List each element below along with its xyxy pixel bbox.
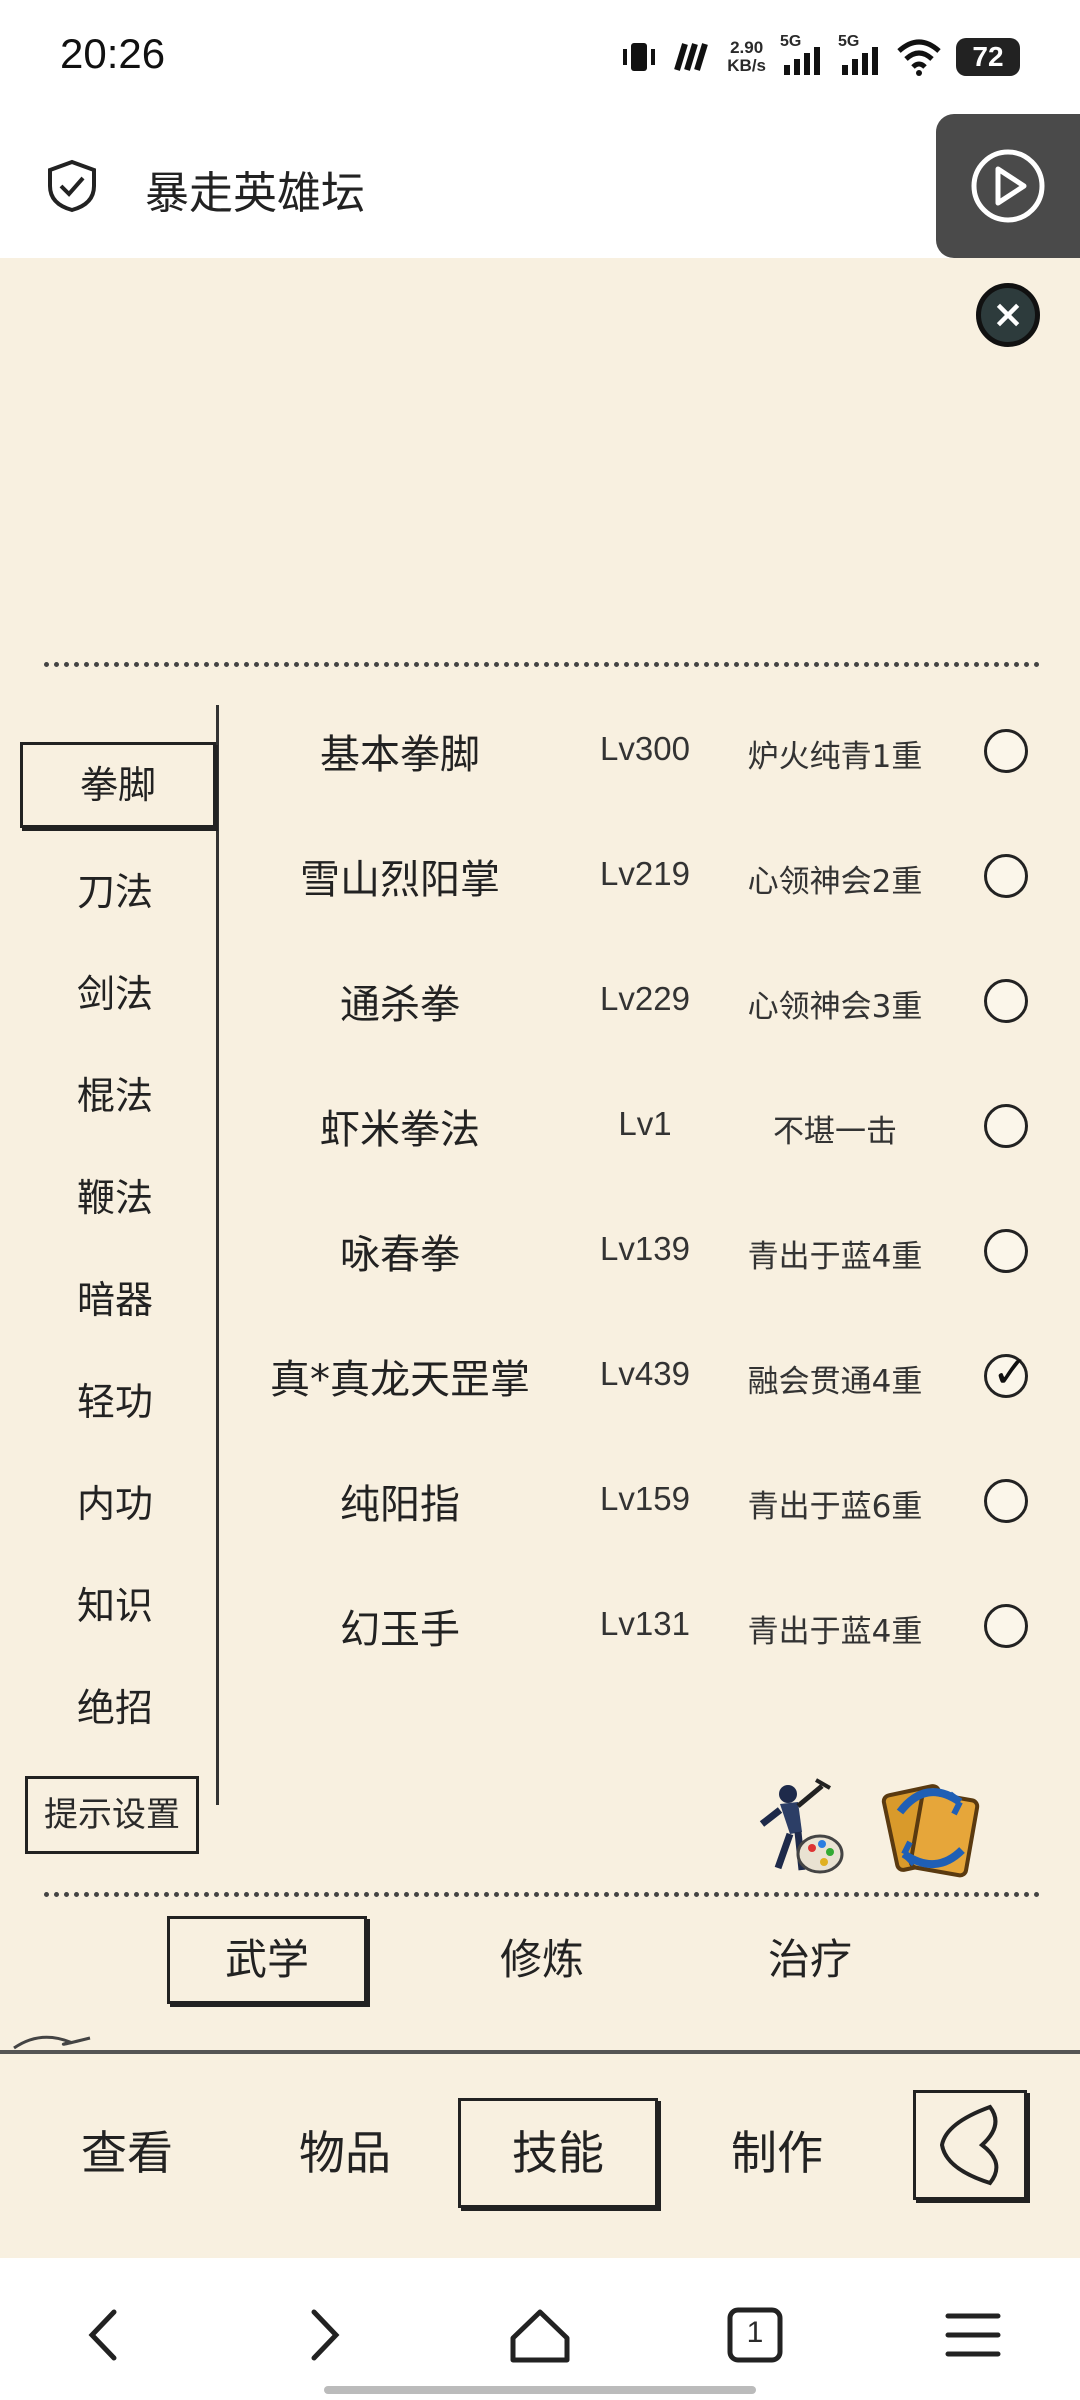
battery-indicator: 72 — [956, 38, 1020, 76]
tab-wupin[interactable]: 物品 — [245, 2098, 445, 2208]
shield-check-icon[interactable] — [44, 158, 100, 214]
skill-rank: 青出于蓝4重 — [747, 1614, 923, 1650]
category-item-anqi[interactable]: 暗器 — [20, 1260, 210, 1340]
home-indicator[interactable] — [324, 2386, 756, 2394]
category-item-neigong[interactable]: 内功 — [20, 1464, 210, 1544]
category-label: 棍法 — [76, 1074, 153, 1118]
category-item-quanjiao[interactable]: 拳脚 — [20, 742, 216, 828]
divider-bottom — [44, 1892, 1040, 1897]
skill-level: Lv300 — [600, 730, 690, 767]
category-item-juezhao[interactable]: 绝招 — [20, 1668, 210, 1748]
skill-rank: 心领神会3重 — [747, 989, 923, 1025]
skill-name: 雪山烈阳掌 — [300, 857, 500, 903]
category-item-bianfa[interactable]: 鞭法 — [20, 1158, 210, 1238]
skill-level: Lv229 — [600, 980, 690, 1017]
scroll-exchange-icon[interactable] — [876, 1772, 986, 1882]
network-speed-value: 2.90 — [730, 38, 764, 57]
skill-name: 纯阳指 — [340, 1482, 460, 1528]
signal-5g-1: 5G — [780, 33, 824, 77]
skill-name: 幻玉手 — [340, 1607, 460, 1653]
skill-rank: 心领神会2重 — [747, 864, 923, 900]
skill-level: Lv131 — [600, 1605, 690, 1642]
skill-name: 通杀拳 — [340, 982, 460, 1028]
skill-rank: 青出于蓝6重 — [747, 1489, 923, 1525]
browser-forward-icon[interactable] — [288, 2300, 358, 2370]
close-panel-button[interactable]: × — [976, 283, 1040, 347]
skill-rank: 炉火纯青1重 — [747, 739, 923, 775]
skill-level: Lv139 — [600, 1230, 690, 1267]
wifi-icon — [897, 39, 941, 76]
close-icon: × — [992, 292, 1024, 336]
skill-equip-radio[interactable] — [984, 1229, 1028, 1273]
hint-settings-button[interactable]: 提示设置 — [25, 1776, 199, 1854]
category-label: 内功 — [76, 1482, 153, 1526]
skill-name: 虾米拳法 — [320, 1107, 480, 1153]
game-back-button[interactable] — [913, 2090, 1027, 2200]
network-speed-unit: KB/s — [727, 56, 766, 75]
category-label: 拳脚 — [79, 763, 156, 807]
tab-count: 1 — [746, 2316, 764, 2349]
category-item-zhishi[interactable]: 知识 — [20, 1566, 210, 1646]
tab-chakan[interactable]: 查看 — [27, 2098, 227, 2208]
status-bar: 20:26 2.90 KB/s 5G 5G 72 — [0, 0, 1080, 112]
skill-equip-radio[interactable] — [984, 1604, 1028, 1648]
skill-equip-radio[interactable] — [984, 1104, 1028, 1148]
app-title: 暴走英雄坛 — [145, 168, 365, 219]
skill-equip-radio-checked[interactable] — [984, 1347, 1029, 1398]
vibrate-icon — [623, 43, 656, 71]
browser-back-icon[interactable] — [72, 2300, 142, 2370]
skill-level: Lv159 — [600, 1480, 690, 1517]
signal-bars-icon — [784, 47, 820, 75]
cloud-flourish-icon — [13, 2035, 91, 2050]
skill-equip-radio[interactable] — [984, 1479, 1028, 1523]
network-speed: 2.90 KB/s — [727, 39, 766, 75]
category-label: 暗器 — [76, 1278, 153, 1322]
category-label: 刀法 — [76, 870, 153, 914]
signal-bars-icon — [842, 47, 878, 75]
category-label: 知识 — [76, 1584, 153, 1628]
martial-artist-palette-icon[interactable] — [740, 1772, 850, 1882]
skill-level: Lv439 — [600, 1355, 690, 1392]
category-item-qinggong[interactable]: 轻功 — [20, 1362, 210, 1442]
play-circle-icon — [971, 149, 1045, 223]
category-item-gunfa[interactable]: 棍法 — [20, 1056, 210, 1136]
skill-rank: 青出于蓝4重 — [747, 1239, 923, 1275]
browser-home-icon[interactable] — [505, 2300, 575, 2370]
brush-stroke-divider — [0, 2050, 1080, 2054]
skill-rank: 融会贯通4重 — [747, 1364, 923, 1400]
category-label: 剑法 — [76, 972, 153, 1016]
skill-equip-radio[interactable] — [984, 979, 1028, 1023]
skill-equip-radio[interactable] — [984, 854, 1028, 898]
subtab-zhiliao[interactable]: 治疗 — [710, 1916, 910, 2004]
skill-rank: 不堪一击 — [773, 1114, 897, 1150]
skill-name: 真*真龙天罡掌 — [270, 1357, 530, 1403]
back-arrow-icon — [939, 2104, 999, 2186]
app-header: 暴走英雄坛 — [0, 112, 1080, 258]
skill-name: 咏春拳 — [340, 1232, 460, 1278]
subtab-xiulian[interactable]: 修炼 — [442, 1916, 642, 2004]
category-divider — [216, 705, 219, 1805]
browser-menu-icon[interactable] — [938, 2300, 1008, 2370]
skill-level: Lv1 — [618, 1105, 672, 1142]
skill-equip-radio[interactable] — [984, 729, 1028, 773]
tab-zhizuo[interactable]: 制作 — [677, 2098, 877, 2208]
browser-tabs-button[interactable]: 1 — [720, 2300, 790, 2370]
skill-name: 基本拳脚 — [320, 732, 480, 778]
status-icons: 2.90 KB/s 5G 5G 72 — [619, 32, 1020, 82]
signal-5g-2: 5G — [838, 33, 882, 77]
subtab-wuxue[interactable]: 武学 — [167, 1916, 367, 2004]
skill-level: Lv219 — [600, 855, 690, 892]
category-item-jianfa[interactable]: 剑法 — [20, 954, 210, 1034]
divider-top — [44, 662, 1040, 667]
category-item-daofa[interactable]: 刀法 — [20, 852, 210, 932]
category-label: 鞭法 — [76, 1176, 153, 1220]
category-label: 轻功 — [76, 1380, 153, 1424]
carrier-logo-icon — [674, 43, 709, 71]
category-label: 绝招 — [76, 1686, 153, 1730]
floating-play-button[interactable] — [936, 114, 1080, 258]
tab-jineng[interactable]: 技能 — [458, 2098, 658, 2208]
status-time: 20:26 — [60, 30, 166, 77]
